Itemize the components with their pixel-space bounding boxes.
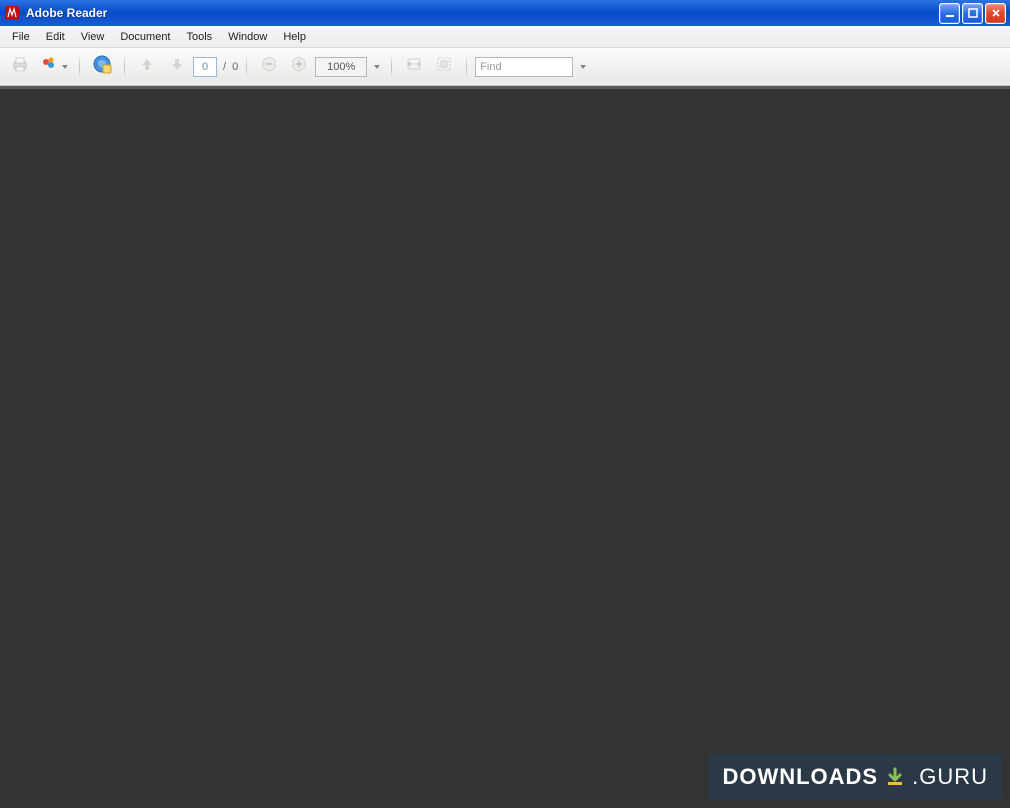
minus-circle-icon [261, 56, 277, 77]
chevron-down-icon [374, 65, 380, 69]
page-total: 0 [232, 61, 238, 73]
watermark-text-right: .GURU [912, 764, 988, 790]
menu-help[interactable]: Help [275, 29, 314, 45]
document-area: DOWNLOADS .GURU [0, 89, 1010, 808]
print-icon [10, 54, 30, 79]
zoom-out-button[interactable] [255, 53, 283, 81]
arrow-down-icon [168, 55, 186, 78]
menu-view[interactable]: View [73, 29, 113, 45]
find-input[interactable] [480, 61, 568, 73]
download-icon [884, 766, 906, 788]
upload-pdf-icon [91, 53, 113, 80]
zoom-in-button[interactable] [285, 53, 313, 81]
app-icon [4, 5, 20, 21]
arrow-up-icon [138, 55, 156, 78]
separator [124, 55, 125, 79]
menu-window[interactable]: Window [220, 29, 275, 45]
page-number-input[interactable] [193, 57, 217, 77]
previous-page-button[interactable] [133, 53, 161, 81]
separator [466, 55, 467, 79]
upload-pdf-button[interactable] [88, 53, 116, 81]
window-controls [939, 3, 1006, 24]
fit-page-button[interactable] [430, 53, 458, 81]
menu-document[interactable]: Document [112, 29, 178, 45]
page-separator: / [223, 61, 226, 73]
title-bar: Adobe Reader [0, 0, 1010, 26]
watermark-text-left: DOWNLOADS [722, 764, 878, 790]
fit-width-button[interactable] [400, 53, 428, 81]
separator [391, 55, 392, 79]
plus-circle-icon [291, 56, 307, 77]
menu-tools[interactable]: Tools [179, 29, 221, 45]
zoom-value[interactable]: 100% [315, 57, 367, 77]
find-dropdown[interactable] [575, 53, 589, 81]
fit-width-icon [405, 55, 423, 78]
minimize-button[interactable] [939, 3, 960, 24]
menu-edit[interactable]: Edit [38, 29, 73, 45]
find-field[interactable] [475, 57, 573, 77]
collaborate-button[interactable] [36, 53, 71, 81]
zoom-dropdown[interactable] [369, 53, 383, 81]
close-button[interactable] [985, 3, 1006, 24]
menu-file[interactable]: File [4, 29, 38, 45]
toolbar: / 0 100% [0, 48, 1010, 86]
print-button[interactable] [6, 53, 34, 81]
menu-bar: File Edit View Document Tools Window Hel… [0, 26, 1010, 48]
collaborate-icon [39, 54, 59, 79]
window-title: Adobe Reader [26, 6, 107, 20]
separator [246, 55, 247, 79]
chevron-down-icon [62, 65, 68, 69]
chevron-down-icon [580, 65, 586, 69]
separator [79, 55, 80, 79]
watermark: DOWNLOADS .GURU [708, 754, 1002, 800]
maximize-button[interactable] [962, 3, 983, 24]
next-page-button[interactable] [163, 53, 191, 81]
fit-page-icon [435, 55, 453, 78]
